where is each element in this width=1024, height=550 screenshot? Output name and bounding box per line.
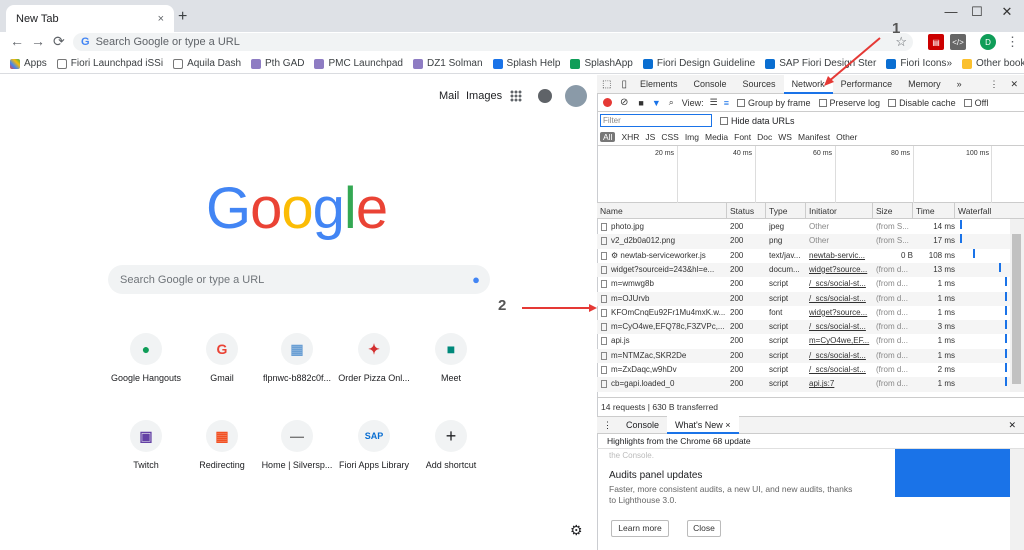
annotation-layer (522, 37, 881, 312)
annotation-two: 2 (498, 297, 507, 314)
annotation-one: 1 (892, 20, 901, 37)
arrowhead (589, 304, 597, 312)
annotation-arrow (827, 37, 881, 83)
